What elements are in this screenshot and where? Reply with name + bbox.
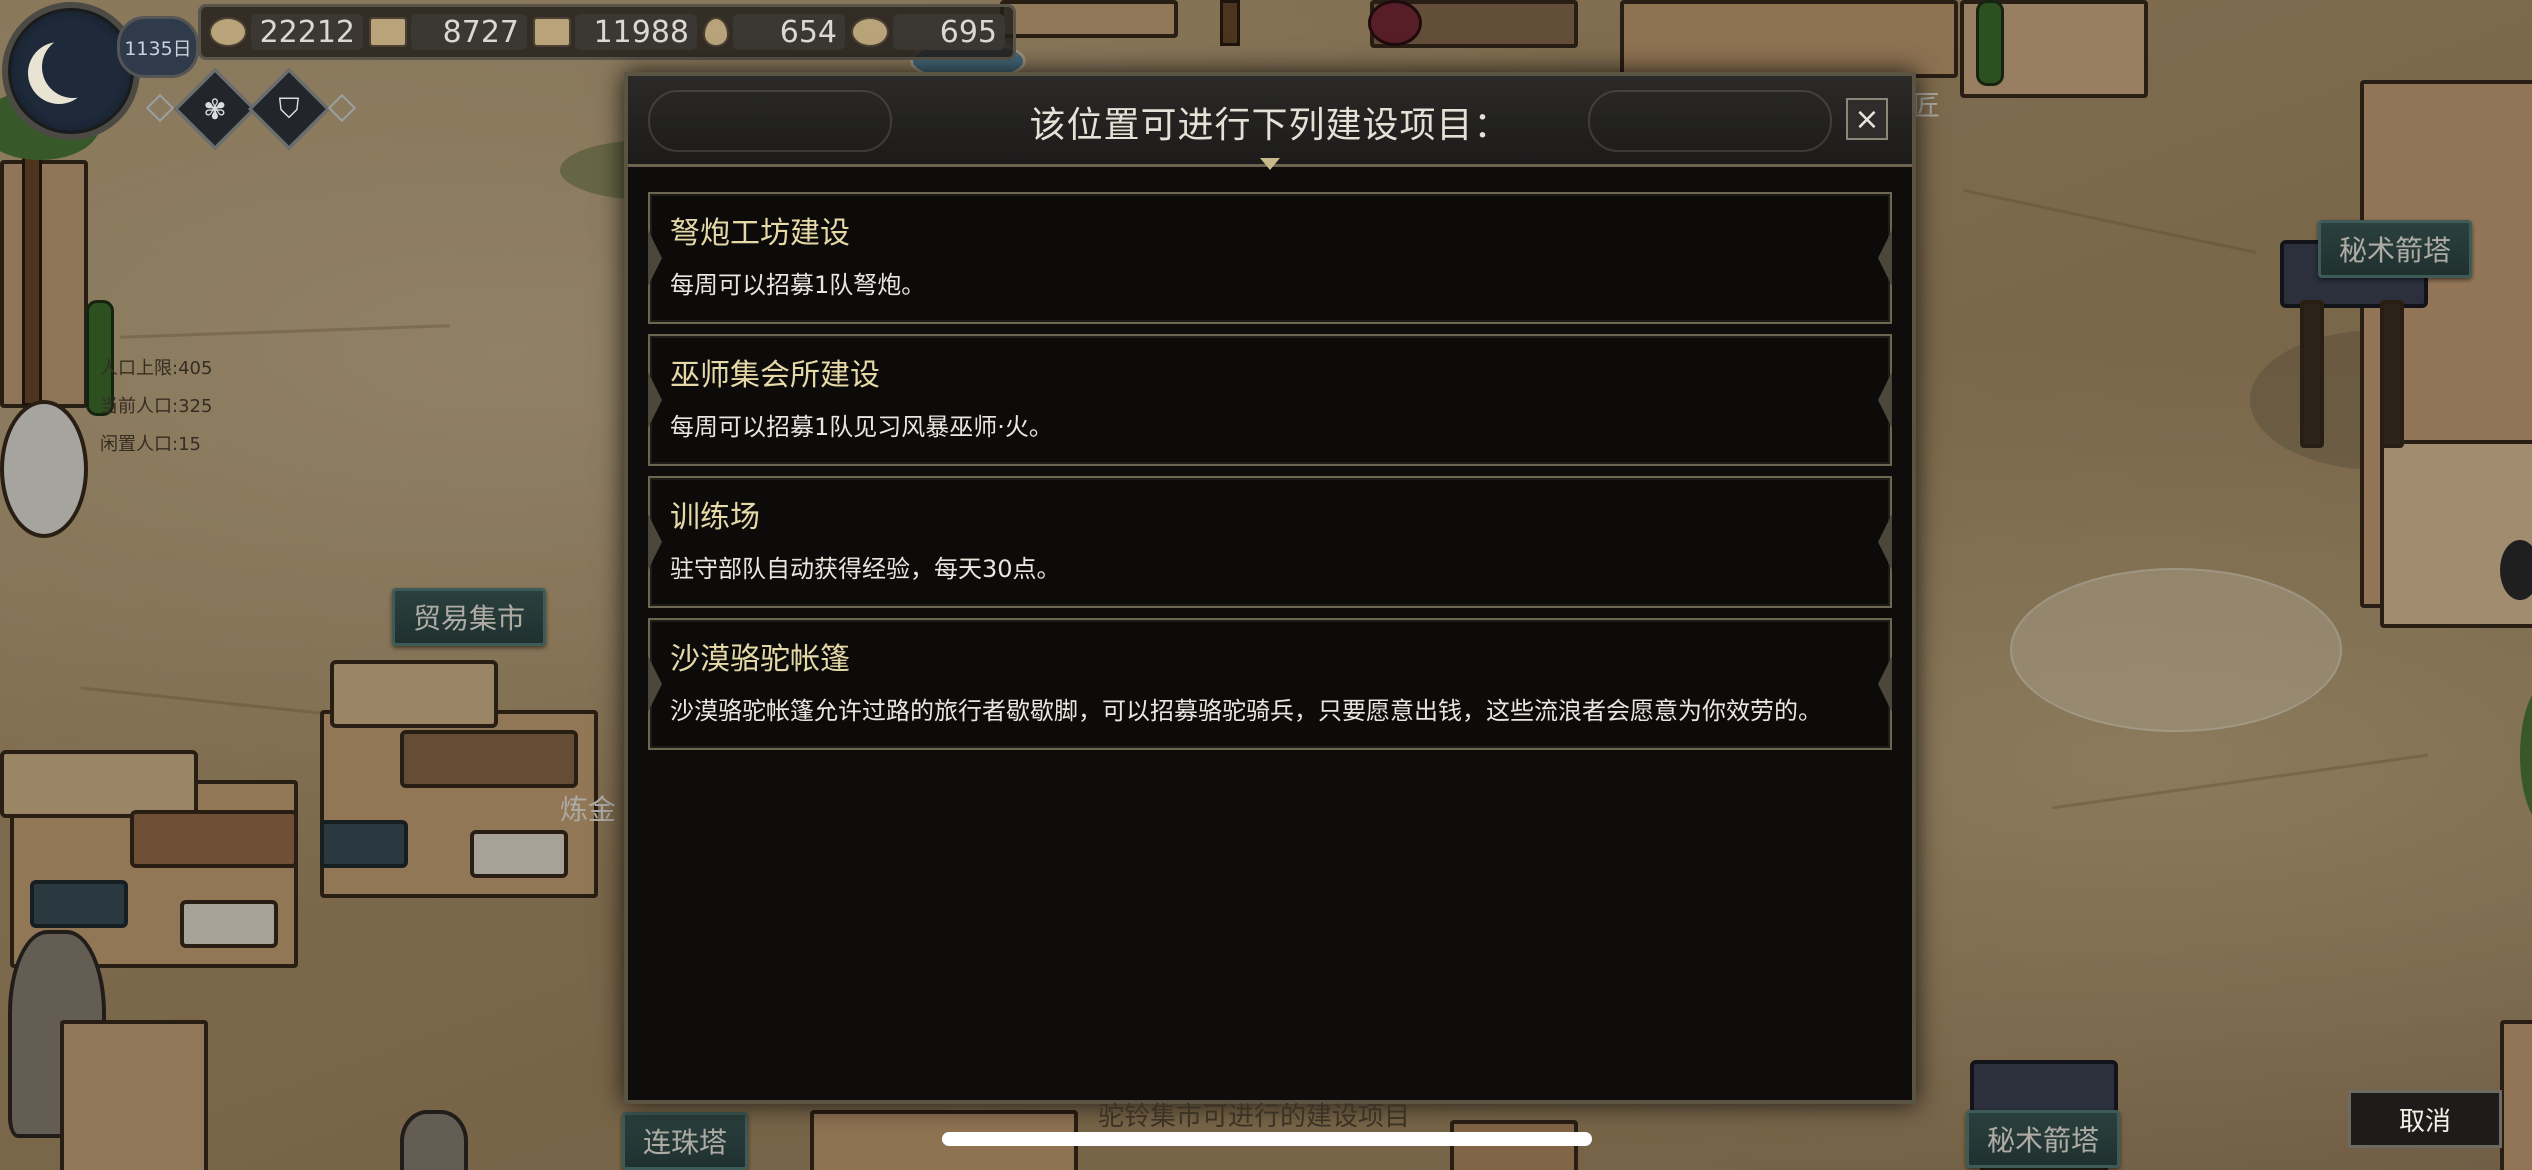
resource-ore: 8727	[369, 14, 527, 50]
resource-gold: 22212	[209, 14, 363, 50]
build-option-title: 沙漠骆驼帐篷	[670, 642, 850, 677]
resource-water: 654	[703, 14, 845, 50]
build-option-title: 训练场	[670, 500, 760, 535]
build-option-title: 巫师集会所建设	[670, 358, 880, 393]
moon-phase-icon[interactable]	[2, 2, 140, 140]
resource-bar: 22212 8727 11988 654 695	[198, 4, 1016, 60]
build-option-title: 弩炮工坊建设	[670, 216, 850, 251]
resource-water-value: 654	[733, 14, 845, 50]
ore-icon	[369, 17, 407, 47]
build-option-ballista-workshop[interactable]: 弩炮工坊建设 每周可以招募1队弩炮。	[648, 192, 1892, 324]
build-options-dialog: 该位置可进行下列建设项目： × 弩炮工坊建设 每周可以招募1队弩炮。 巫师集会所…	[624, 72, 1916, 1104]
horn-icon	[851, 17, 889, 47]
dialog-title: 该位置可进行下列建设项目：	[1029, 105, 1511, 146]
build-option-camel-tent[interactable]: 沙漠骆驼帐篷 沙漠骆驼帐篷允许过路的旅行者歇歇脚，可以招募骆驼骑兵，只要愿意出钱…	[648, 618, 1892, 750]
build-option-list: 弩炮工坊建设 每周可以招募1队弩炮。 巫师集会所建设 每周可以招募1队见习风暴巫…	[648, 192, 1892, 760]
day-counter: 1135日	[117, 16, 199, 78]
close-button[interactable]: ×	[1846, 98, 1888, 140]
water-drop-icon	[703, 17, 729, 47]
resource-horn: 695	[851, 14, 1005, 50]
dialog-header: 该位置可进行下列建设项目： ×	[628, 76, 1912, 167]
resource-ore-value: 8727	[411, 14, 527, 50]
resource-gold-value: 22212	[251, 14, 363, 50]
resource-grain: 11988	[533, 14, 697, 50]
build-option-training-ground[interactable]: 训练场 驻守部队自动获得经验，每天30点。	[648, 476, 1892, 608]
gold-coin-icon	[209, 17, 247, 47]
chevron-down-icon	[1260, 158, 1280, 170]
build-option-desc: 每周可以招募1队见习风暴巫师·火。	[670, 413, 1053, 441]
grain-icon	[533, 17, 571, 47]
bottom-caption: 驼铃集市可进行的建设项目	[1098, 1102, 1411, 1132]
resource-grain-value: 11988	[575, 14, 697, 50]
resource-horn-value: 695	[893, 14, 1005, 50]
build-option-desc: 驻守部队自动获得经验，每天30点。	[670, 555, 1061, 583]
build-option-desc: 每周可以招募1队弩炮。	[670, 271, 926, 299]
build-option-desc: 沙漠骆驼帐篷允许过路的旅行者歇歇脚，可以招募骆驼骑兵，只要愿意出钱，这些流浪者会…	[670, 697, 1822, 725]
home-indicator[interactable]	[942, 1132, 1592, 1146]
build-option-wizard-hall[interactable]: 巫师集会所建设 每周可以招募1队见习风暴巫师·火。	[648, 334, 1892, 466]
cancel-button[interactable]: 取消	[2348, 1090, 2502, 1148]
